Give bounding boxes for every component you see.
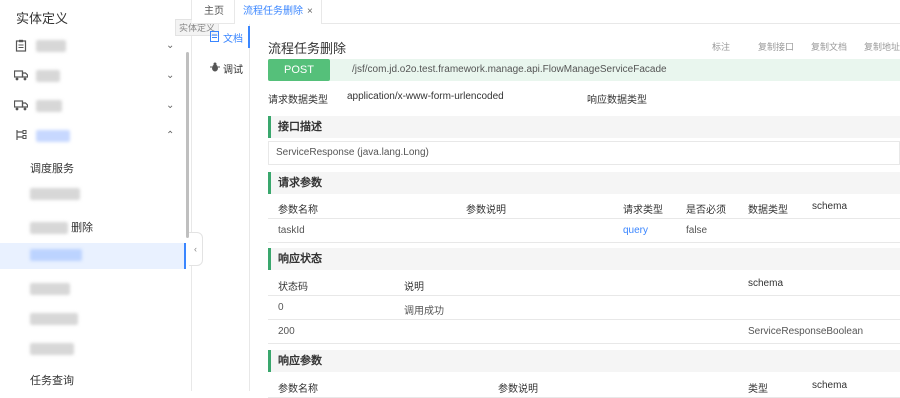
section-description: 接口描述 — [268, 116, 900, 138]
sidebar-group-label — [36, 128, 70, 142]
sidebar-item-label — [30, 313, 78, 326]
page-title: 流程任务删除 — [268, 41, 347, 56]
subnav-doc[interactable]: 文档 — [192, 26, 250, 48]
sidebar-item-label — [30, 343, 74, 356]
col-param-desc: 参数说明 — [466, 205, 506, 216]
sidebar-item[interactable] — [0, 277, 186, 303]
subnav-debug[interactable]: 调试 — [192, 57, 250, 79]
param-request-type[interactable]: query — [623, 225, 648, 236]
request-type-value: application/x-www-form-urlencoded — [347, 91, 504, 102]
table-row: 0 调用成功 — [268, 296, 900, 320]
clipboard-icon — [14, 38, 28, 52]
sidebar-group-1[interactable]: ⌄ — [0, 32, 188, 58]
col-status-code: 状态码 — [278, 282, 308, 293]
chevron-down-icon: ⌄ — [166, 69, 175, 81]
col-resp-schema: schema — [812, 380, 848, 391]
chevron-down-icon: ⌄ — [166, 39, 175, 51]
tab-bar: 主页 流程任务删除 × — [192, 0, 900, 24]
tab-home[interactable]: 主页 — [204, 0, 224, 24]
col-resp-name: 参数名称 — [278, 384, 318, 395]
doc-subnav: 文档 调试 — [192, 24, 250, 391]
col-request-type: 请求类型 — [623, 205, 663, 216]
col-resp-type: 类型 — [748, 384, 768, 395]
close-icon[interactable]: × — [307, 6, 313, 17]
description-text: ServiceResponse (java.lang.Long) — [268, 141, 900, 165]
sidebar-item[interactable]: 任务查询 — [0, 366, 186, 392]
sidebar-item-active[interactable] — [0, 243, 186, 269]
sidebar-item[interactable] — [0, 307, 186, 333]
api-path: /jsf/com.jd.o2o.test.framework.manage.ap… — [352, 64, 667, 75]
response-type-label: 响应数据类型 — [587, 95, 647, 106]
status-code: 200 — [278, 326, 295, 337]
col-status-schema: schema — [748, 278, 784, 289]
sidebar-title: 实体定义 — [16, 11, 69, 26]
sidebar-item[interactable]: 调度服务 — [0, 154, 186, 180]
tab-active[interactable]: 流程任务删除 × — [234, 0, 322, 24]
sidebar-group-label — [36, 38, 66, 52]
status-desc: 调用成功 — [404, 306, 444, 317]
subnav-debug-label: 调试 — [223, 64, 243, 76]
tab-active-label: 流程任务删除 — [243, 6, 303, 17]
truck-icon — [14, 98, 28, 112]
sidebar-item[interactable]: 删除 — [0, 213, 186, 239]
status-code: 0 — [278, 302, 284, 313]
sidebar-scrollbar[interactable] — [186, 52, 189, 238]
chevron-down-icon: ⌄ — [166, 99, 175, 111]
status-schema: ServiceResponseBoolean — [748, 326, 864, 337]
section-response-params: 响应参数 — [268, 350, 900, 372]
sidebar-item-label — [30, 283, 70, 296]
sidebar-item[interactable] — [0, 182, 186, 208]
table-row: taskId query false — [268, 219, 900, 243]
sidebar-item-label: 任务查询 — [30, 375, 74, 387]
col-data-type: 数据类型 — [748, 205, 788, 216]
sidebar-group-4[interactable]: ⌃ — [0, 122, 188, 148]
params-table-header: 参数名称 参数说明 请求类型 是否必须 数据类型 schema — [268, 195, 900, 219]
col-required: 是否必须 — [686, 205, 726, 216]
sidebar-item-label: 删除 — [30, 219, 93, 235]
sidebar-item[interactable] — [0, 337, 186, 363]
col-param-name: 参数名称 — [278, 205, 318, 216]
param-name: taskId — [278, 225, 305, 236]
col-status-desc: 说明 — [404, 282, 424, 293]
request-type-label: 请求数据类型 — [268, 95, 328, 106]
section-request-params: 请求参数 — [268, 172, 900, 194]
document-icon — [210, 30, 220, 44]
sidebar-item-label — [30, 188, 80, 201]
sidebar-item-label: 调度服务 — [30, 163, 74, 175]
http-method-badge: POST — [268, 59, 330, 81]
col-resp-desc: 参数说明 — [498, 384, 538, 395]
copy-address-button[interactable]: 复制地址 — [864, 40, 900, 53]
subnav-doc-label: 文档 — [223, 33, 243, 45]
col-schema: schema — [812, 201, 848, 212]
chevron-up-icon: ⌃ — [166, 129, 175, 141]
table-row: 200 ServiceResponseBoolean — [268, 320, 900, 344]
api-doc-main: 流程任务删除 标注 复制接口 复制文档 复制地址 POST /jsf/com.j… — [258, 24, 900, 398]
flow-icon — [14, 128, 28, 142]
section-response-status: 响应状态 — [268, 248, 900, 270]
status-table-header: 状态码 说明 schema — [268, 272, 900, 296]
sidebar: 实体定义 实体定义 ⌄ ⌄ ⌄ ⌃ 调度服务 删除 任务查询 — [0, 0, 220, 392]
sidebar-group-2[interactable]: ⌄ — [0, 62, 188, 88]
sidebar-group-label — [36, 98, 62, 112]
sidebar-item-label — [30, 249, 82, 262]
param-required: false — [686, 225, 708, 236]
bug-icon — [210, 62, 220, 74]
truck-icon — [14, 68, 28, 82]
endpoint-row: POST /jsf/com.jd.o2o.test.framework.mana… — [268, 59, 900, 81]
copy-doc-button[interactable]: 复制文档 — [811, 40, 847, 53]
sidebar-group-label — [36, 68, 60, 82]
sidebar-group-3[interactable]: ⌄ — [0, 92, 188, 118]
copy-interface-button[interactable]: 复制接口 — [758, 40, 794, 53]
annotate-button[interactable]: 标注 — [712, 40, 730, 53]
response-table-header: 参数名称 参数说明 类型 schema — [268, 374, 900, 398]
